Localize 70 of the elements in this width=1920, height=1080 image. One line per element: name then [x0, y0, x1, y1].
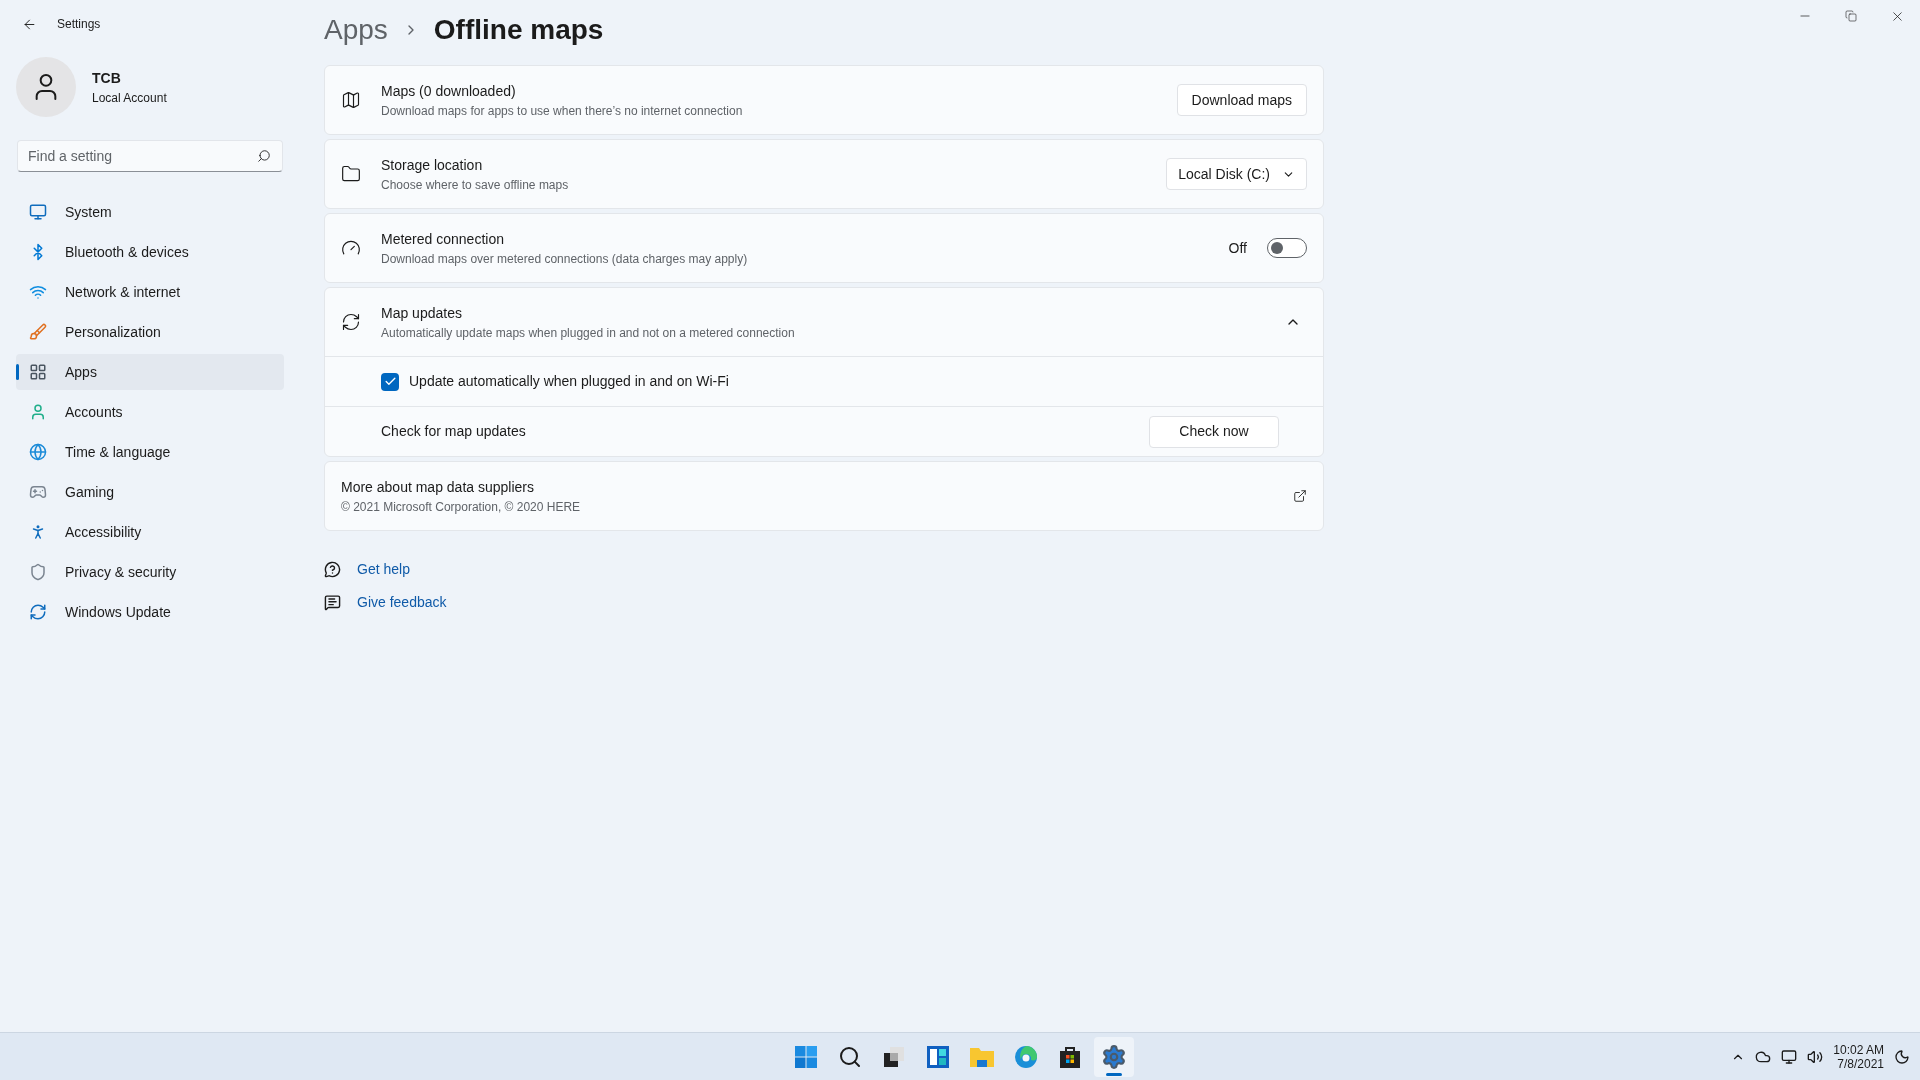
- nav-item[interactable]: Gaming: [16, 474, 284, 510]
- help-link[interactable]: Give feedback: [357, 592, 447, 613]
- setting-description: Choose where to save offline maps: [381, 176, 570, 194]
- help-link[interactable]: Get help: [357, 559, 410, 580]
- check-icon: [383, 375, 397, 388]
- nav-item[interactable]: Privacy & security: [16, 554, 284, 590]
- toggle-switch[interactable]: [1267, 238, 1307, 258]
- widgets-icon: [926, 1044, 950, 1069]
- setting-description: Download maps for apps to use when there’s no internet connection: [381, 102, 744, 120]
- breadcrumb-parent[interactable]: Apps: [324, 8, 388, 51]
- setting-title: Storage location: [381, 155, 484, 175]
- check-now-button[interactable]: Check now: [1149, 415, 1279, 448]
- moon-icon[interactable]: [1894, 1048, 1910, 1065]
- clock-time[interactable]: 10:02 AM: [1833, 1042, 1884, 1057]
- search-icon: [257, 149, 271, 163]
- nav-item[interactable]: Windows Update: [16, 594, 284, 630]
- external-link-icon[interactable]: [1293, 489, 1307, 503]
- setting-title: More about map data suppliers: [341, 477, 535, 497]
- checkbox[interactable]: [381, 372, 399, 391]
- speaker-icon[interactable]: [1807, 1048, 1824, 1065]
- windows-logo-icon: [794, 1044, 818, 1069]
- help-icon: [324, 561, 341, 578]
- nav-item[interactable]: Accounts: [16, 394, 284, 430]
- nav-item[interactable]: Time & language: [16, 434, 284, 470]
- toggle-state: Off: [1228, 238, 1247, 258]
- checkbox-label: Update automatically when plugged in and on Wi-Fi: [409, 372, 729, 391]
- window-title: Settings: [57, 16, 101, 33]
- nav-item[interactable]: Apps: [16, 354, 284, 390]
- selection-indicator: [16, 364, 19, 380]
- task-view-icon: [882, 1044, 906, 1069]
- person-icon: [29, 403, 47, 421]
- search-icon: [838, 1044, 862, 1069]
- sync-icon: [341, 312, 361, 332]
- grid-icon: [29, 363, 47, 381]
- nav-item[interactable]: Network & internet: [16, 274, 284, 310]
- nav-item[interactable]: Accessibility: [16, 514, 284, 550]
- browser-icon: [1014, 1044, 1038, 1069]
- search-field[interactable]: Find a setting: [17, 140, 283, 172]
- shopping-bag-icon: [1058, 1044, 1082, 1069]
- setting-description: © 2021 Microsoft Corporation, © 2020 HERE: [341, 498, 582, 516]
- page-title: Offline maps: [433, 12, 604, 47]
- back-icon[interactable]: [22, 16, 37, 32]
- setting-label: Check for map updates: [381, 422, 527, 441]
- nav-item[interactable]: Personalization: [16, 314, 284, 350]
- clock-date[interactable]: 7/8/2021: [1837, 1056, 1884, 1071]
- setting-title: Map updates: [381, 303, 463, 323]
- storage-dropdown[interactable]: Local Disk (C:): [1166, 158, 1307, 190]
- setting-description: Automatically update maps when plugged in and not on a metered connection: [381, 324, 796, 342]
- account-name: TCB: [92, 68, 122, 88]
- chat-icon: [324, 594, 341, 611]
- monitor-icon: [29, 203, 47, 221]
- account-type: Local Account: [92, 89, 167, 107]
- setting-title: Maps (0 downloaded): [381, 81, 517, 101]
- refresh-icon: [29, 603, 47, 621]
- setting-description: Download maps over metered connections (data charges may apply): [381, 250, 749, 268]
- monitor-icon[interactable]: [1781, 1048, 1798, 1065]
- nav-item[interactable]: Bluetooth & devices: [16, 234, 284, 270]
- gamepad-icon: [29, 483, 47, 501]
- folder-icon: [341, 164, 361, 184]
- taskbar-button[interactable]: [1094, 1036, 1134, 1077]
- globe-icon: [29, 443, 47, 461]
- brush-icon: [29, 323, 47, 341]
- setting-title: Metered connection: [381, 229, 505, 249]
- restore-icon: [1845, 10, 1857, 22]
- wifi-icon: [29, 283, 47, 301]
- nav-item[interactable]: System: [16, 194, 284, 230]
- map-icon: [341, 90, 361, 110]
- download-button[interactable]: Download maps: [1176, 84, 1307, 116]
- gear-icon: [1101, 1043, 1127, 1070]
- shield-icon: [29, 563, 47, 581]
